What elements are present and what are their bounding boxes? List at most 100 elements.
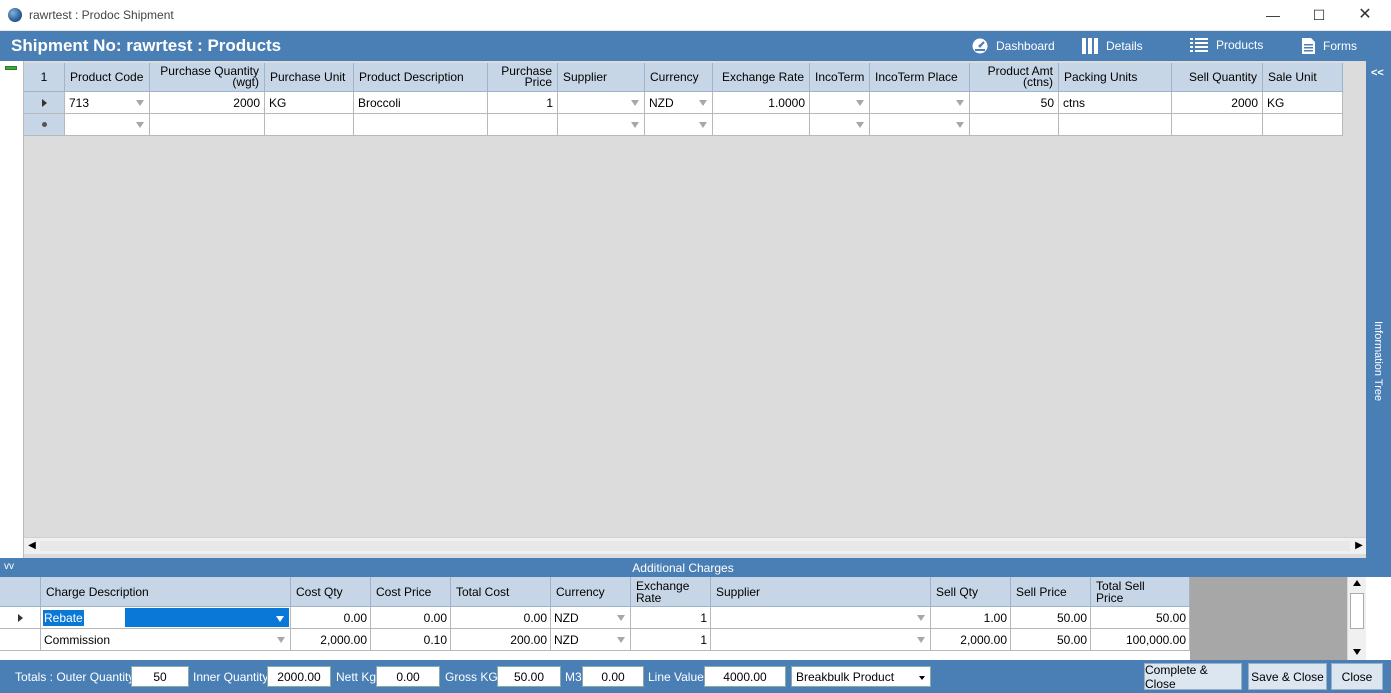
new-cell-product-amt[interactable]	[970, 114, 1059, 136]
col-exchange-rate[interactable]: Exchange Rate	[713, 63, 810, 92]
col-product-description[interactable]: Product Description	[354, 63, 488, 92]
col-charge-exchange-rate[interactable]: Exchange Rate	[631, 577, 711, 607]
cell-charge-exchange-rate[interactable]: 1	[631, 629, 711, 651]
dropdown-arrow-icon[interactable]	[856, 100, 864, 106]
dropdown-arrow-icon[interactable]	[136, 100, 144, 106]
cell-incoterm[interactable]	[810, 92, 870, 114]
cell-charge-exchange-rate[interactable]: 1	[631, 607, 711, 629]
outer-quantity-field[interactable]: 50	[131, 666, 189, 687]
cell-product-description[interactable]: Broccoli	[354, 92, 488, 114]
col-product-code[interactable]: Product Code	[65, 63, 150, 92]
dropdown-arrow-icon[interactable]	[136, 122, 144, 128]
dropdown-arrow-icon[interactable]	[276, 616, 284, 622]
cell-incoterm-place[interactable]	[870, 92, 970, 114]
new-cell-purchase-price[interactable]	[488, 114, 558, 136]
table-row[interactable]: 713 2000 KG Broccoli 1 NZD 1.0000 50 ctn…	[24, 92, 1343, 114]
new-cell-supplier[interactable]	[558, 114, 645, 136]
product-type-select[interactable]: Breakbulk Product	[791, 666, 931, 687]
cell-packing-units[interactable]: ctns	[1059, 92, 1172, 114]
cell-currency[interactable]: NZD	[645, 92, 713, 114]
nav-dashboard[interactable]: Dashboard	[972, 38, 1055, 54]
cell-charge-description[interactable]: Rebate	[41, 607, 291, 629]
scroll-track[interactable]	[40, 541, 1350, 551]
dropdown-arrow-icon[interactable]	[631, 100, 639, 106]
gross-kg-field[interactable]: 50.00	[497, 666, 561, 687]
information-tree-panel[interactable]: << Information Tree	[1366, 61, 1391, 558]
close-button[interactable]: Close	[1331, 663, 1383, 690]
dropdown-arrow-icon[interactable]	[956, 100, 964, 106]
col-product-amt[interactable]: Product Amt (ctns)	[970, 63, 1059, 92]
col-purchase-price[interactable]: Purchase Price	[488, 63, 558, 92]
new-cell-currency[interactable]	[645, 114, 713, 136]
complete-close-button[interactable]: Complete & Close	[1144, 663, 1242, 691]
new-row[interactable]	[24, 114, 1343, 136]
dropdown-arrow-icon[interactable]	[699, 122, 707, 128]
col-currency[interactable]: Currency	[645, 63, 713, 92]
inner-quantity-field[interactable]: 2000.00	[267, 666, 331, 687]
nav-products[interactable]: Products	[1190, 38, 1263, 52]
cell-charge-currency[interactable]: NZD	[551, 629, 631, 651]
col-cost-qty[interactable]: Cost Qty	[291, 577, 371, 607]
new-cell-purchase-quantity[interactable]	[150, 114, 265, 136]
cell-product-amt[interactable]: 50	[970, 92, 1059, 114]
new-cell-product-description[interactable]	[354, 114, 488, 136]
cell-sell-price[interactable]: 50.00	[1011, 607, 1091, 629]
col-sell-quantity[interactable]: Sell Quantity	[1172, 63, 1263, 92]
col-supplier[interactable]: Supplier	[558, 63, 645, 92]
dropdown-arrow-icon[interactable]	[956, 122, 964, 128]
cell-product-code[interactable]: 713	[65, 92, 150, 114]
cell-total-cost[interactable]: 0.00	[451, 607, 551, 629]
col-incoterm-place[interactable]: IncoTerm Place	[870, 63, 970, 92]
col-sell-qty[interactable]: Sell Qty	[931, 577, 1011, 607]
cell-charge-description[interactable]: Commission	[41, 629, 291, 651]
row-selector[interactable]	[24, 92, 65, 114]
cell-supplier[interactable]	[558, 92, 645, 114]
charges-vertical-scrollbar[interactable]	[1347, 577, 1366, 660]
cell-cost-qty[interactable]: 2,000.00	[291, 629, 371, 651]
grid-corner[interactable]: 1	[24, 63, 65, 92]
cell-sell-qty[interactable]: 1.00	[931, 607, 1011, 629]
nett-kg-field[interactable]: 0.00	[376, 666, 440, 687]
cell-cost-price[interactable]: 0.10	[371, 629, 451, 651]
new-row-selector[interactable]	[24, 114, 65, 136]
cell-sell-price[interactable]: 50.00	[1011, 629, 1091, 651]
col-total-cost[interactable]: Total Cost	[451, 577, 551, 607]
charge-row[interactable]: Commission 2,000.00 0.10 200.00 NZD 1 2,…	[0, 629, 1190, 651]
charges-corner[interactable]	[0, 577, 41, 607]
select-arrow-icon[interactable]	[919, 676, 925, 680]
cell-purchase-unit[interactable]: KG	[265, 92, 354, 114]
col-charge-description[interactable]: Charge Description	[41, 577, 291, 607]
maximize-button[interactable]: ☐	[1296, 4, 1342, 26]
dropdown-arrow-icon[interactable]	[917, 615, 925, 621]
new-cell-sell-quantity[interactable]	[1172, 114, 1263, 136]
new-cell-sale-unit[interactable]	[1263, 114, 1343, 136]
expand-panel-icon[interactable]: <<	[1371, 67, 1384, 79]
col-sell-price[interactable]: Sell Price	[1011, 577, 1091, 607]
nav-forms[interactable]: Forms	[1302, 38, 1357, 54]
horizontal-scrollbar[interactable]: ◀ ▶	[24, 537, 1367, 554]
information-tree-tab[interactable]: Information Tree	[1366, 321, 1391, 421]
cell-total-sell-price[interactable]: 100,000.00	[1091, 629, 1190, 651]
cell-cost-price[interactable]: 0.00	[371, 607, 451, 629]
dropdown-arrow-icon[interactable]	[699, 100, 707, 106]
cell-exchange-rate[interactable]: 1.0000	[713, 92, 810, 114]
scroll-down-icon[interactable]	[1353, 649, 1361, 655]
new-cell-purchase-unit[interactable]	[265, 114, 354, 136]
charge-row-selector[interactable]	[0, 607, 41, 629]
col-packing-units[interactable]: Packing Units	[1059, 63, 1172, 92]
col-incoterm[interactable]: IncoTerm	[810, 63, 870, 92]
nav-details[interactable]: Details	[1082, 38, 1143, 54]
cell-cost-qty[interactable]: 0.00	[291, 607, 371, 629]
cell-charge-supplier[interactable]	[711, 629, 931, 651]
cell-total-sell-price[interactable]: 50.00	[1091, 607, 1190, 629]
col-charge-currency[interactable]: Currency	[551, 577, 631, 607]
scroll-left-icon[interactable]: ◀	[26, 540, 38, 552]
scroll-thumb[interactable]	[1350, 593, 1364, 629]
charge-description-dropdown[interactable]	[125, 608, 289, 627]
line-value-field[interactable]: 4000.00	[704, 666, 786, 687]
new-cell-exchange-rate[interactable]	[713, 114, 810, 136]
dropdown-arrow-icon[interactable]	[617, 637, 625, 643]
dropdown-arrow-icon[interactable]	[631, 122, 639, 128]
cell-charge-supplier[interactable]	[711, 607, 931, 629]
cell-purchase-quantity[interactable]: 2000	[150, 92, 265, 114]
